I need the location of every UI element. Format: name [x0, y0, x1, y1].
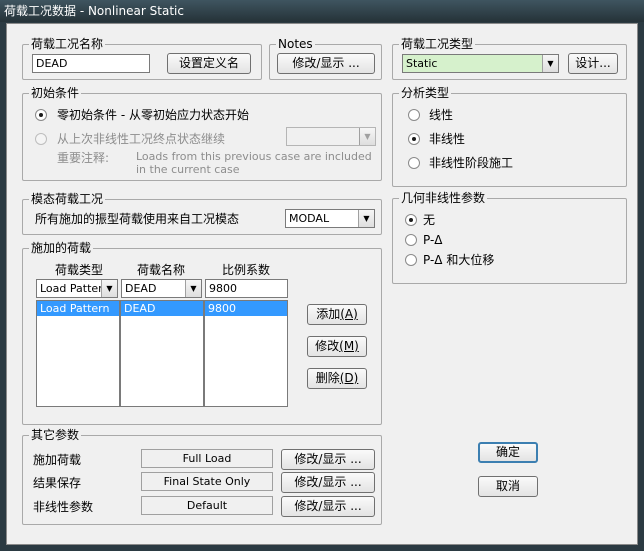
notes-modify-button[interactable]: 修改/显示 ...	[277, 53, 375, 74]
analysis-nonlinear-label: 非线性	[429, 132, 466, 146]
important-note-label: 重要注释:	[57, 151, 110, 165]
initial-conditions-group: 初始条件 零初始条件 - 从零初始应力状态开始 从上次非线性工况终点状态继续 ▼…	[22, 86, 382, 181]
notes-legend: Notes	[276, 37, 315, 51]
case-type-select[interactable]: Static ▼	[402, 54, 559, 73]
geometric-pdelta-radio[interactable]	[405, 234, 417, 246]
load-name-select[interactable]: DEAD ▼	[121, 279, 202, 298]
chevron-down-icon[interactable]: ▼	[185, 280, 201, 297]
load-type-select[interactable]: Load Pattern ▼	[36, 279, 118, 298]
geometric-pdelta-large-label: P-Δ 和大位移	[423, 253, 495, 267]
previous-case-select[interactable]: ▼	[286, 127, 376, 146]
modal-case-value: MODAL	[289, 212, 330, 225]
set-define-name-button[interactable]: 设置定义名	[167, 53, 251, 74]
analysis-staged-label: 非线性阶段施工	[429, 156, 514, 170]
initial-continue-label: 从上次非线性工况终点状态继续	[57, 132, 226, 146]
nonlinear-params-value: Default	[141, 496, 273, 515]
chevron-down-icon[interactable]: ▼	[358, 210, 374, 227]
modal-case-legend: 模态荷载工况	[29, 192, 106, 206]
geometric-nonlinearity-group: 几何非线性参数 无 P-Δ P-Δ 和大位移	[392, 191, 627, 284]
analysis-type-legend: 分析类型	[399, 86, 452, 100]
results-saved-modify-button[interactable]: 修改/显示 ...	[281, 472, 375, 493]
modify-load-shortcut: (M)	[339, 339, 359, 353]
load-application-modify-button[interactable]: 修改/显示 ...	[281, 449, 375, 470]
results-saved-value: Final State Only	[141, 472, 273, 491]
initial-zero-label: 零初始条件 - 从零初始应力状态开始	[57, 108, 249, 122]
case-name-group: 荷载工况名称 DEAD 设置定义名	[22, 37, 262, 80]
geometric-none-label: 无	[423, 213, 436, 227]
geometric-pdelta-large-radio[interactable]	[405, 254, 417, 266]
ok-button[interactable]: 确定	[478, 442, 538, 463]
dialog-window: 荷载工况数据 - Nonlinear Static 荷载工况名称 DEAD 设置…	[0, 0, 644, 551]
cancel-button[interactable]: 取消	[478, 476, 538, 497]
modify-load-button[interactable]: 修改(M)	[307, 336, 367, 357]
results-saved-label: 结果保存	[33, 476, 82, 490]
chevron-down-icon[interactable]: ▼	[101, 280, 117, 297]
load-application-label: 施加荷载	[33, 453, 82, 467]
initial-conditions-legend: 初始条件	[29, 86, 82, 100]
chevron-down-icon[interactable]: ▼	[359, 128, 375, 145]
column-header-load-type: 荷载类型	[55, 263, 104, 277]
load-name-value: DEAD	[125, 282, 157, 295]
modal-case-select[interactable]: MODAL ▼	[285, 209, 375, 228]
important-note-text: Loads from this previous case are includ…	[136, 150, 372, 176]
add-load-button[interactable]: 添加(A)	[307, 304, 367, 325]
geometric-nonlinearity-legend: 几何非线性参数	[399, 191, 488, 205]
loads-applied-legend: 施加的荷载	[29, 241, 94, 255]
initial-continue-radio[interactable]	[35, 133, 47, 145]
modal-case-group: 模态荷载工况 所有施加的振型荷载使用来自工况模态 MODAL ▼	[22, 192, 382, 235]
analysis-nonlinear-radio[interactable]	[408, 133, 420, 145]
scale-factor-input[interactable]: 9800	[205, 279, 288, 298]
load-name-list[interactable]: DEAD	[120, 300, 204, 407]
nonlinear-params-modify-button[interactable]: 修改/显示 ...	[281, 496, 375, 517]
case-type-group: 荷载工况类型 Static ▼ 设计...	[392, 37, 627, 80]
column-header-load-name: 荷载名称	[137, 263, 186, 277]
case-name-input[interactable]: DEAD	[32, 54, 150, 73]
analysis-staged-radio[interactable]	[408, 157, 420, 169]
nonlinear-params-label: 非线性参数	[33, 500, 94, 514]
load-type-list[interactable]: Load Pattern	[36, 300, 120, 407]
table-row[interactable]: DEAD	[121, 301, 203, 316]
table-row[interactable]: 9800	[205, 301, 287, 316]
add-load-button-label: 添加	[316, 307, 341, 321]
geometric-none-radio[interactable]	[405, 214, 417, 226]
window-title: 荷载工况数据 - Nonlinear Static	[0, 0, 644, 22]
column-header-scale-factor: 比例系数	[222, 263, 271, 277]
analysis-linear-radio[interactable]	[408, 109, 420, 121]
scale-factor-list[interactable]: 9800	[204, 300, 288, 407]
geometric-pdelta-label: P-Δ	[423, 233, 443, 247]
delete-load-button-label: 删除	[315, 371, 340, 385]
dialog-client: 荷载工况名称 DEAD 设置定义名 Notes 修改/显示 ... 荷载工况类型…	[6, 23, 638, 545]
case-type-value: Static	[406, 57, 438, 70]
analysis-linear-label: 线性	[429, 108, 454, 122]
add-load-shortcut: (A)	[340, 307, 358, 321]
other-params-legend: 其它参数	[29, 428, 82, 442]
modify-load-button-label: 修改	[315, 339, 340, 353]
case-type-legend: 荷载工况类型	[399, 37, 476, 51]
table-row[interactable]: Load Pattern	[37, 301, 119, 316]
loads-applied-group: 施加的荷载 荷载类型 荷载名称 比例系数 Load Pattern ▼ DEAD…	[22, 241, 382, 425]
case-name-legend: 荷载工况名称	[29, 37, 106, 51]
delete-load-button[interactable]: 删除(D)	[307, 368, 367, 389]
delete-load-shortcut: (D)	[339, 371, 359, 385]
design-button[interactable]: 设计...	[568, 53, 618, 74]
initial-zero-radio[interactable]	[35, 109, 47, 121]
load-application-value: Full Load	[141, 449, 273, 468]
chevron-down-icon[interactable]: ▼	[542, 55, 558, 72]
notes-group: Notes 修改/显示 ...	[269, 37, 382, 80]
analysis-type-group: 分析类型 线性 非线性 非线性阶段施工	[392, 86, 627, 187]
load-type-value: Load Pattern	[40, 282, 110, 295]
other-params-group: 其它参数 施加荷载 Full Load 修改/显示 ... 结果保存 Final…	[22, 428, 382, 525]
modal-case-label: 所有施加的振型荷载使用来自工况模态	[35, 212, 240, 226]
